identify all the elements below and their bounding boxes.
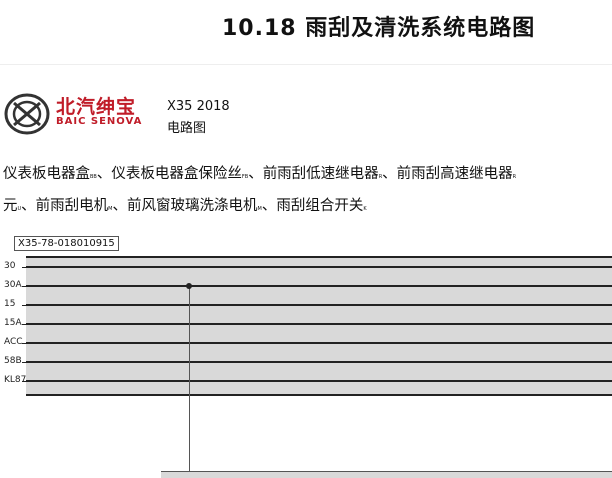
- bus-rail-label: KL87: [4, 375, 27, 385]
- component-item: 前雨刮电机M: [36, 198, 113, 214]
- separator: 、: [112, 198, 128, 214]
- separator: 、: [248, 166, 263, 182]
- page-title: 10.18 雨刮及清洗系统电路图: [222, 16, 536, 41]
- component-name: 前雨刮低速继电器: [262, 166, 379, 182]
- wire-vertical: [189, 286, 190, 477]
- rail-tick: [22, 286, 26, 287]
- component-name: 元: [3, 198, 18, 214]
- baic-logo-icon: [4, 93, 50, 135]
- brand-name-cn: 北汽绅宝: [56, 96, 137, 118]
- rail-tick: [22, 267, 26, 268]
- component-item: 前雨刮高速继电器R: [397, 166, 516, 182]
- separator: 、: [382, 166, 397, 182]
- bus-rail: [26, 323, 612, 325]
- component-item: 仪表板电器盒BB: [3, 166, 97, 182]
- component-name: 雨刮组合开关: [276, 198, 364, 214]
- component-item: 仪表板电器盒保险丝FB: [111, 166, 248, 182]
- component-code: BB: [90, 174, 97, 180]
- bus-rail-label: 30A: [4, 280, 22, 290]
- bus-rail: [26, 342, 612, 344]
- component-name: 仪表板电器盒保险丝: [111, 166, 242, 182]
- component-item: 前雨刮低速继电器R: [263, 166, 382, 182]
- component-name: 前雨刮高速继电器: [396, 166, 513, 182]
- rail-tick: [22, 324, 26, 325]
- component-item: 元U: [3, 198, 21, 214]
- bus-rail-label: ACC: [4, 337, 23, 347]
- component-name: 前风窗玻璃洗涤电机: [127, 198, 258, 214]
- doc-type-label: 电路图: [167, 121, 207, 136]
- component-name: 前雨刮电机: [35, 198, 109, 214]
- brand-name-en: BAIC SENOVA: [56, 116, 143, 127]
- rail-tick: [22, 343, 26, 344]
- bus-rail-label: 15: [4, 299, 16, 309]
- component-item: 雨刮组合开关K: [276, 198, 366, 214]
- bus-rail: [26, 304, 612, 306]
- component-code: K: [363, 206, 367, 212]
- separator: 、: [96, 166, 112, 182]
- bus-panel: [26, 256, 612, 396]
- bus-rail-label: 30: [4, 261, 16, 271]
- rail-tick: [22, 362, 26, 363]
- component-list: 仪表板电器盒BB、仪表板电器盒保险丝FB、前雨刮低速继电器R、前雨刮高速继电器R…: [3, 160, 609, 224]
- diagram-id: X35-78-018010915: [14, 236, 119, 251]
- header-divider: [0, 64, 612, 65]
- rail-tick: [22, 305, 26, 306]
- wire-junction: [186, 283, 192, 289]
- component-code: R: [512, 174, 517, 180]
- separator: 、: [21, 198, 36, 214]
- bus-rail-label: 15A: [4, 318, 22, 328]
- separator: 、: [261, 198, 277, 214]
- bus-rail: [26, 266, 612, 268]
- bus-rail: [26, 285, 612, 287]
- bus-rail-label: 58B: [4, 356, 22, 366]
- component-name: 仪表板电器盒: [3, 166, 90, 182]
- bus-rail: [26, 361, 612, 363]
- component-item: 前风窗玻璃洗涤电机M: [127, 198, 262, 214]
- bus-rail: [26, 380, 612, 382]
- model-label: X35 2018: [167, 99, 230, 114]
